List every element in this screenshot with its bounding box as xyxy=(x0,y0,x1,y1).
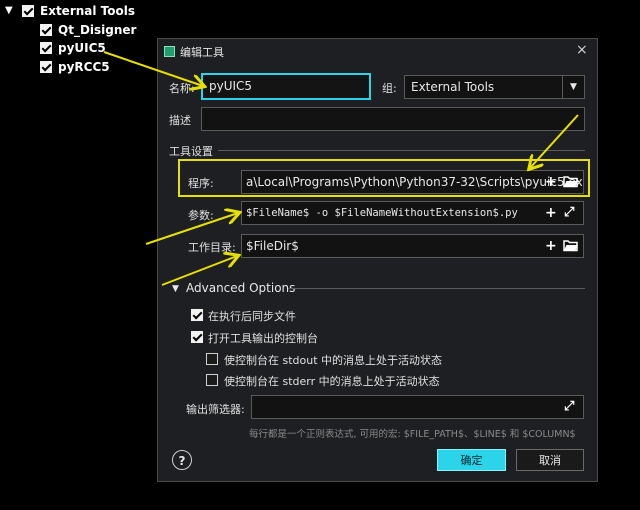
arrow-to-arguments-field xyxy=(145,213,238,245)
arrow-to-program-field xyxy=(530,114,579,168)
arrow-to-name-field xyxy=(103,51,203,86)
arrow-to-working-directory-field xyxy=(161,256,237,286)
annotation-arrows xyxy=(103,51,579,286)
